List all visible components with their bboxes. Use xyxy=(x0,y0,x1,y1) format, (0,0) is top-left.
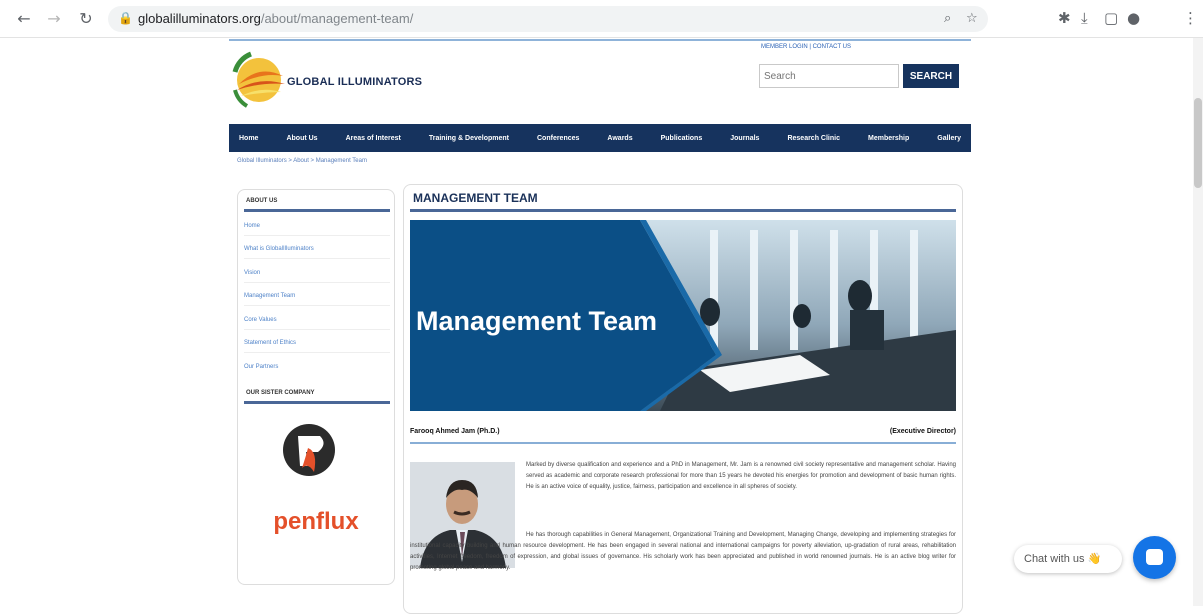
sidebar-item-our-partners[interactable]: Our Partners xyxy=(244,364,390,376)
reload-icon[interactable]: ↻ xyxy=(76,9,96,29)
main-nav: Home About Us Areas of Interest Training… xyxy=(229,124,971,152)
menu-icon[interactable]: ⋮ xyxy=(1183,9,1198,27)
penflux-wordmark[interactable]: penflux xyxy=(238,508,394,536)
bio-paragraph-1: Marked by diverse qualification and expe… xyxy=(526,462,956,490)
global-illuminators-logo[interactable] xyxy=(229,46,293,110)
nav-publications[interactable]: Publications xyxy=(661,135,703,142)
nav-about-us[interactable]: About Us xyxy=(286,135,317,142)
sidebar-item-home[interactable]: Home xyxy=(244,223,390,236)
profile-icon[interactable]: ● xyxy=(1127,9,1140,27)
sidebar-heading: ABOUT US xyxy=(246,198,278,204)
chat-label[interactable]: Chat with us 👋 xyxy=(1014,545,1122,573)
nav-awards[interactable]: Awards xyxy=(607,135,632,142)
top-links[interactable]: MEMBER LOGIN | CONTACT US xyxy=(761,44,851,50)
banner-title: Management Team xyxy=(416,306,658,336)
url-text[interactable]: globalilluminators.org/about/management-… xyxy=(138,11,413,26)
sidebar-item-statement-of-ethics[interactable]: Statement of Ethics xyxy=(244,340,390,353)
nav-areas-of-interest[interactable]: Areas of Interest xyxy=(346,135,401,142)
scrollbar-thumb[interactable] xyxy=(1194,98,1202,188)
sidebar: ABOUT US Home What is GlobalIlluminators… xyxy=(237,189,395,585)
nav-gallery[interactable]: Gallery xyxy=(937,135,961,142)
title-rule xyxy=(410,209,956,212)
chat-button[interactable] xyxy=(1133,536,1176,579)
main-content: MANAGEMENT TEAM Management Team Farooq A… xyxy=(403,184,963,614)
nav-journals[interactable]: Journals xyxy=(730,135,759,142)
sidebar-item-vision[interactable]: Vision xyxy=(244,270,390,283)
breadcrumb[interactable]: Global Illuminators > About > Management… xyxy=(237,158,367,164)
management-team-banner: Management Team xyxy=(410,220,956,411)
bookmark-star-icon[interactable]: ☆ xyxy=(966,11,978,26)
lock-icon: 🔒 xyxy=(118,11,133,25)
search-button[interactable]: SEARCH xyxy=(903,64,959,88)
browser-toolbar: ← → ↻ 🔒 globalilluminators.org/about/man… xyxy=(0,0,1203,38)
nav-conferences[interactable]: Conferences xyxy=(537,135,579,142)
penflux-logo-icon[interactable] xyxy=(278,422,340,478)
sister-company-heading: OUR SISTER COMPANY xyxy=(246,390,315,396)
download-icon[interactable]: ⤓ xyxy=(1081,9,1088,27)
person-role: (Executive Director) xyxy=(889,428,956,435)
address-bar[interactable]: 🔒 globalilluminators.org/about/managemen… xyxy=(108,6,988,32)
forward-icon[interactable]: → xyxy=(44,9,64,29)
extensions-icon[interactable]: ✱ xyxy=(1058,9,1071,27)
nav-home[interactable]: Home xyxy=(239,135,258,142)
sidebar-item-management-team[interactable]: Management Team xyxy=(244,293,390,306)
sidebar-item-what-is[interactable]: What is GlobalIlluminators xyxy=(244,246,390,259)
sidepanel-icon[interactable]: ▢ xyxy=(1104,9,1118,27)
sister-company-rule xyxy=(244,401,390,404)
nav-research-clinic[interactable]: Research Clinic xyxy=(787,135,840,142)
person-rule xyxy=(410,442,956,444)
sidebar-item-core-values[interactable]: Core Values xyxy=(244,317,390,330)
brand-name[interactable]: GLOBAL ILLUMINATORS xyxy=(287,76,422,88)
zoom-icon[interactable]: ⌕ xyxy=(944,11,951,26)
scrollbar[interactable] xyxy=(1193,38,1203,606)
top-border xyxy=(229,39,971,41)
bio-paragraph-2: He has thorough capabilities in General … xyxy=(410,532,956,571)
sidebar-rule xyxy=(244,209,390,212)
person-name: Farooq Ahmed Jam (Ph.D.) xyxy=(410,428,500,435)
chat-bubble-icon xyxy=(1146,549,1163,565)
search-input[interactable] xyxy=(759,64,899,88)
nav-training-development[interactable]: Training & Development xyxy=(429,135,509,142)
page-title: MANAGEMENT TEAM xyxy=(413,191,538,205)
page-content: GLOBAL ILLUMINATORS MEMBER LOGIN | CONTA… xyxy=(229,38,971,614)
nav-membership[interactable]: Membership xyxy=(868,135,909,142)
back-icon[interactable]: ← xyxy=(14,9,34,29)
